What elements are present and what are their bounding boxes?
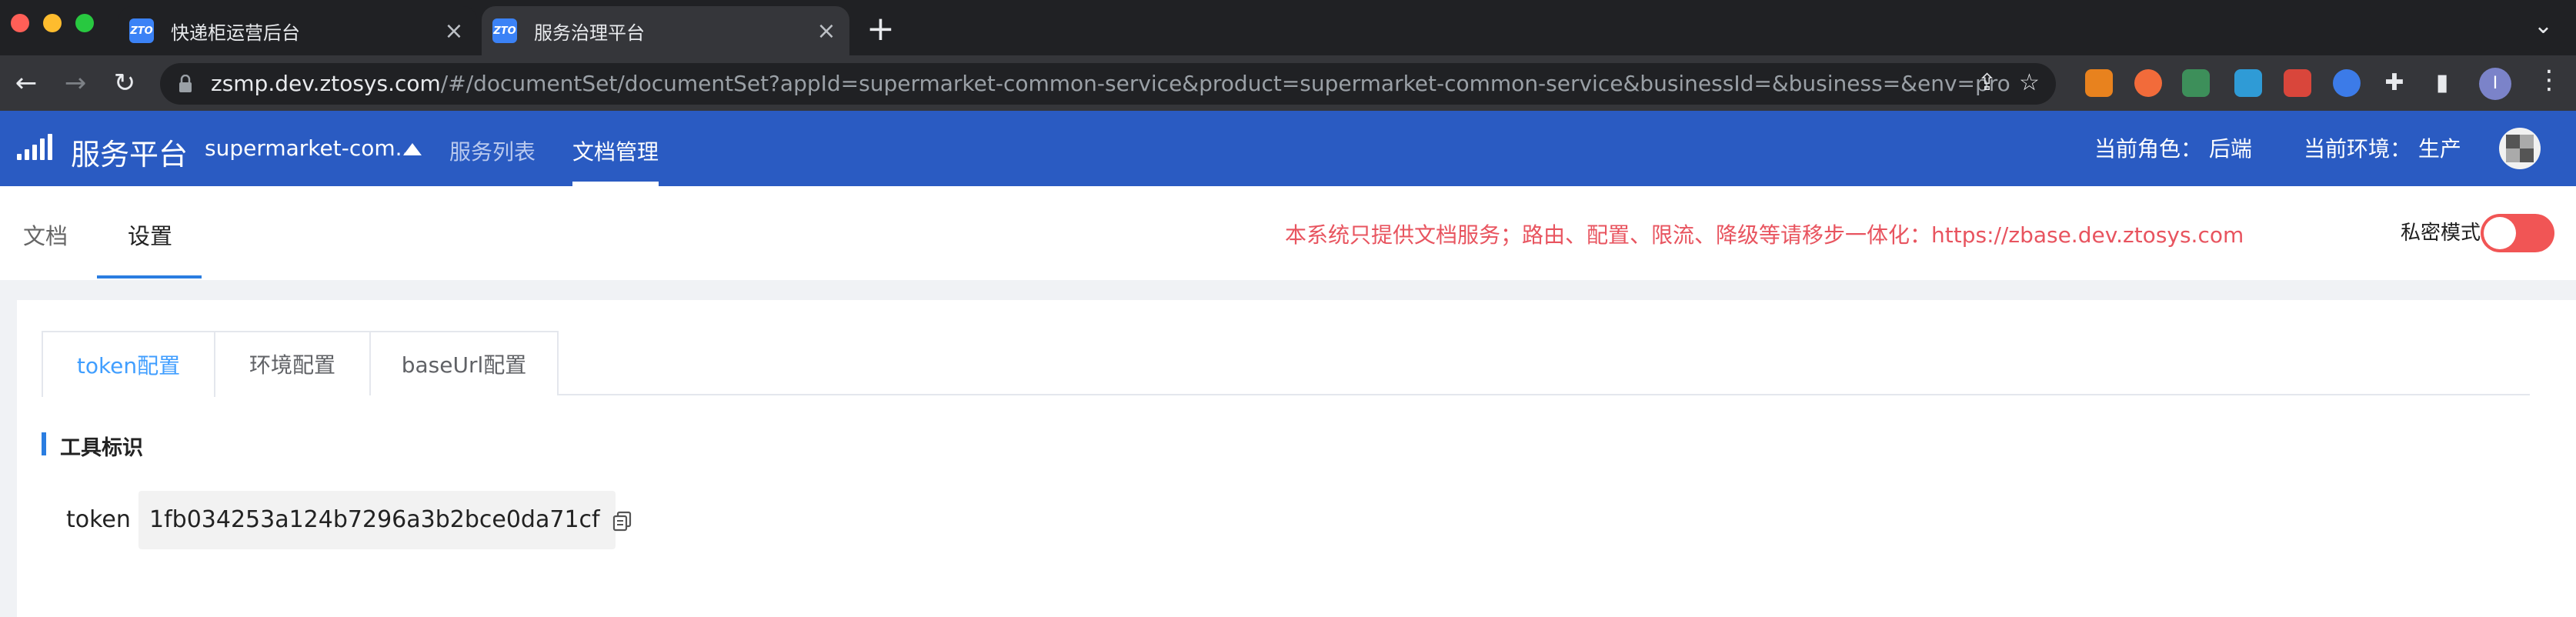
extensions-puzzle-icon[interactable]: ✚: [2377, 66, 2411, 100]
toggle-knob: [2484, 217, 2516, 249]
close-tab-icon[interactable]: ×: [439, 18, 469, 45]
private-mode-label: 私密模式: [2401, 222, 2481, 245]
brand-title: 服务平台: [71, 138, 189, 172]
private-mode-toggle[interactable]: [2481, 214, 2554, 252]
section-title: 工具标识: [60, 436, 143, 460]
extension-icon[interactable]: [2333, 69, 2361, 97]
zto-favicon-icon: ZTO: [492, 18, 517, 43]
user-avatar[interactable]: [2499, 128, 2541, 169]
tab-search-chevron-icon[interactable]: ⌄: [2534, 12, 2553, 39]
address-bar[interactable]: zsmp.dev.ztosys.com/#/documentSet/docume…: [160, 63, 2056, 105]
url-path: /#/documentSet/documentSet?appId=superma…: [440, 71, 2010, 96]
profile-avatar[interactable]: I: [2479, 68, 2511, 100]
subtab-active-indicator: [97, 275, 202, 278]
tab-settings[interactable]: 设置: [128, 218, 172, 251]
side-panel-icon[interactable]: ▮: [2425, 66, 2459, 100]
signal-logo-icon: [17, 134, 52, 160]
share-icon[interactable]: ⇪: [1977, 69, 1997, 96]
settings-tabs: token配置 环境配置 baseUrl配置: [42, 331, 2530, 397]
extension-icon[interactable]: [2284, 69, 2311, 97]
env-label: 当前环境：: [2304, 136, 2412, 162]
nav-document-management[interactable]: 文档管理: [572, 135, 659, 166]
browser-tab-strip: ZTO 快递柜运营后台 × ZTO 服务治理平台 × + ⌄: [0, 0, 2576, 55]
extension-icon[interactable]: [2182, 69, 2210, 97]
new-tab-button[interactable]: +: [866, 9, 895, 49]
reload-button[interactable]: ↻: [108, 66, 142, 100]
env-value: 生产: [2418, 136, 2461, 162]
caret-up-icon[interactable]: [403, 143, 422, 155]
tab-environment-config[interactable]: 环境配置: [214, 331, 371, 395]
extension-icon[interactable]: [2134, 69, 2162, 97]
nav-service-list[interactable]: 服务列表: [449, 135, 536, 166]
minimize-window-button[interactable]: [43, 14, 62, 32]
url-text: zsmp.dev.ztosys.com/#/documentSet/docume…: [211, 71, 2010, 97]
current-environment[interactable]: 当前环境： 生产: [2304, 132, 2461, 163]
forward-button[interactable]: →: [58, 66, 92, 100]
tab-title: 服务治理平台: [534, 22, 645, 44]
close-window-button[interactable]: [11, 14, 29, 32]
doc-subnav: 文档 设置 本系统只提供文档服务；路由、配置、限流、降级等请移步一体化：http…: [0, 186, 2576, 280]
tab-baseurl-config[interactable]: baseUrl配置: [369, 331, 559, 395]
token-label: token: [66, 506, 131, 533]
extension-icon[interactable]: [2234, 69, 2262, 97]
role-label: 当前角色：: [2094, 136, 2203, 162]
url-host: zsmp.dev.ztosys.com: [211, 71, 441, 96]
token-value: 1fb034253a124b7296a3b2bce0da71cf: [149, 506, 600, 533]
tab-title: 快递柜运营后台: [171, 22, 300, 44]
maximize-window-button[interactable]: [75, 14, 94, 32]
section-accent-bar: [42, 432, 46, 455]
back-button[interactable]: ←: [9, 66, 43, 100]
settings-card: token配置 环境配置 baseUrl配置 工具标识 token 1fb034…: [17, 300, 2576, 617]
zto-favicon-icon: ZTO: [129, 18, 154, 43]
browser-toolbar: ← → ↻ zsmp.dev.ztosys.com/#/documentSet/…: [0, 55, 2576, 111]
browser-tab-service-governance[interactable]: ZTO 服务治理平台 ×: [482, 6, 849, 55]
tab-token-config[interactable]: token配置: [42, 331, 215, 397]
close-tab-icon[interactable]: ×: [811, 18, 842, 45]
service-notice: 本系统只提供文档服务；路由、配置、限流、降级等请移步一体化：https://zb…: [1285, 222, 2244, 248]
current-role[interactable]: 当前角色： 后端: [2094, 132, 2252, 163]
service-selector[interactable]: supermarket-com...: [205, 135, 415, 161]
copy-icon[interactable]: [611, 509, 634, 532]
browser-menu-icon[interactable]: ⋮: [2536, 65, 2562, 95]
app-header: 服务平台 supermarket-com... 服务列表 文档管理 当前角色： …: [0, 111, 2576, 186]
bookmark-star-icon[interactable]: ☆: [2019, 69, 2040, 96]
metamask-extension-icon[interactable]: [2085, 69, 2113, 97]
browser-tab-kuaidigui[interactable]: ZTO 快递柜运营后台 ×: [118, 6, 477, 55]
lock-icon: [179, 75, 192, 92]
tab-documents[interactable]: 文档: [23, 218, 68, 251]
role-value: 后端: [2208, 136, 2252, 162]
token-field[interactable]: 1fb034253a124b7296a3b2bce0da71cf: [138, 491, 616, 549]
